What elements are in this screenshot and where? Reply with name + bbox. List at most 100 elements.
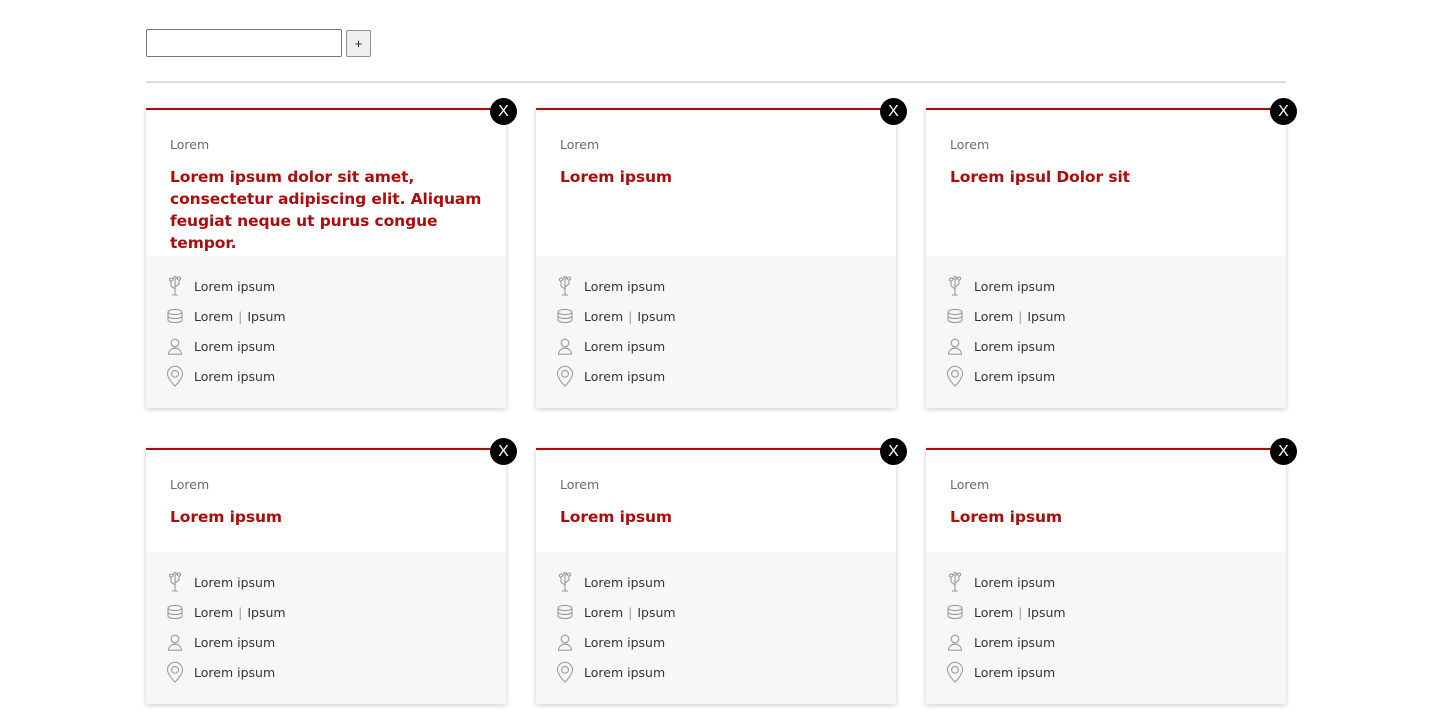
meta-row-location: Lorem ipsum bbox=[166, 361, 486, 391]
meta-row-person: Lorem ipsum bbox=[946, 627, 1266, 657]
tree-icon bbox=[556, 572, 574, 592]
meta-row-amount: Lorem | Ipsum bbox=[556, 597, 876, 627]
close-card-button[interactable]: X bbox=[1270, 98, 1297, 125]
card-header: Lorem Lorem ipsum bbox=[146, 450, 506, 552]
meta-row-location: Lorem ipsum bbox=[556, 657, 876, 687]
card: X Lorem Lorem ipsul Dolor sit Lorem ipsu… bbox=[926, 98, 1297, 408]
location-pin-icon bbox=[556, 661, 574, 683]
close-card-button[interactable]: X bbox=[490, 98, 517, 125]
meta-amount-b: Ipsum bbox=[247, 604, 286, 620]
card-header: Lorem Lorem ipsul Dolor sit bbox=[926, 110, 1286, 256]
coins-icon bbox=[166, 306, 184, 326]
card-category: Lorem bbox=[950, 477, 990, 492]
location-pin-icon bbox=[946, 661, 964, 683]
meta-person-text: Lorem ipsum bbox=[194, 338, 276, 354]
meta-row-person: Lorem ipsum bbox=[166, 331, 486, 361]
close-card-button[interactable]: X bbox=[1270, 438, 1297, 465]
location-pin-icon bbox=[166, 365, 184, 387]
coins-icon bbox=[556, 602, 574, 622]
meta-row-amount: Lorem | Ipsum bbox=[556, 301, 876, 331]
meta-row-field: Lorem ipsum bbox=[556, 271, 876, 301]
card-title[interactable]: Lorem ipsum bbox=[560, 506, 872, 528]
card-meta: Lorem ipsum Lorem | Ipsum Lorem ipsum Lo… bbox=[536, 552, 896, 704]
card-title[interactable]: Lorem ipsul Dolor sit bbox=[950, 166, 1262, 188]
meta-amount-b: Ipsum bbox=[247, 308, 286, 324]
meta-location-text: Lorem ipsum bbox=[584, 368, 666, 384]
card-meta: Lorem ipsum Lorem | Ipsum Lorem ipsum Lo… bbox=[926, 552, 1286, 704]
meta-row-amount: Lorem | Ipsum bbox=[166, 597, 486, 627]
coins-icon bbox=[166, 602, 184, 622]
add-button[interactable]: + bbox=[346, 29, 371, 57]
meta-amount-b: Ipsum bbox=[1027, 308, 1066, 324]
meta-row-person: Lorem ipsum bbox=[946, 331, 1266, 361]
meta-location-text: Lorem ipsum bbox=[974, 368, 1056, 384]
location-pin-icon bbox=[556, 365, 574, 387]
coins-icon bbox=[946, 306, 964, 326]
meta-field-text: Lorem ipsum bbox=[974, 278, 1056, 294]
meta-row-amount: Lorem | Ipsum bbox=[946, 301, 1266, 331]
meta-location-text: Lorem ipsum bbox=[194, 664, 276, 680]
meta-location-text: Lorem ipsum bbox=[194, 368, 276, 384]
coins-icon bbox=[946, 602, 964, 622]
person-icon bbox=[946, 336, 964, 356]
divider bbox=[146, 81, 1286, 83]
card-title[interactable]: Lorem ipsum bbox=[950, 506, 1262, 528]
location-pin-icon bbox=[946, 365, 964, 387]
card-meta: Lorem ipsum Lorem | Ipsum Lorem ipsum Lo… bbox=[146, 552, 506, 704]
toolbar: + bbox=[146, 29, 371, 57]
card-title[interactable]: Lorem ipsum dolor sit amet, consectetur … bbox=[170, 166, 482, 254]
meta-person-text: Lorem ipsum bbox=[194, 634, 276, 650]
tree-icon bbox=[166, 276, 184, 296]
new-item-input[interactable] bbox=[146, 29, 342, 57]
tree-icon bbox=[946, 572, 964, 592]
card: X Lorem Lorem ipsum Lorem ipsum Lorem | … bbox=[536, 438, 907, 704]
tree-icon bbox=[556, 276, 574, 296]
card-title[interactable]: Lorem ipsum bbox=[560, 166, 872, 188]
meta-amount-b: Ipsum bbox=[637, 604, 676, 620]
meta-person-text: Lorem ipsum bbox=[974, 634, 1056, 650]
card: X Lorem Lorem ipsum dolor sit amet, cons… bbox=[146, 98, 517, 408]
meta-field-text: Lorem ipsum bbox=[974, 574, 1056, 590]
meta-row-field: Lorem ipsum bbox=[166, 567, 486, 597]
meta-amount-a: Lorem bbox=[194, 308, 234, 324]
card-header: Lorem Lorem ipsum bbox=[536, 450, 896, 552]
card-meta: Lorem ipsum Lorem | Ipsum Lorem ipsum Lo… bbox=[146, 256, 506, 408]
card-category: Lorem bbox=[560, 137, 600, 152]
card: X Lorem Lorem ipsum Lorem ipsum Lorem | … bbox=[926, 438, 1297, 704]
meta-row-field: Lorem ipsum bbox=[166, 271, 486, 301]
meta-amount-a: Lorem bbox=[194, 604, 234, 620]
person-icon bbox=[166, 336, 184, 356]
meta-amount-b: Ipsum bbox=[1027, 604, 1066, 620]
card-header: Lorem Lorem ipsum bbox=[926, 450, 1286, 552]
card: X Lorem Lorem ipsum Lorem ipsum Lorem | … bbox=[146, 438, 517, 704]
meta-row-amount: Lorem | Ipsum bbox=[946, 597, 1266, 627]
close-card-button[interactable]: X bbox=[880, 438, 907, 465]
meta-location-text: Lorem ipsum bbox=[584, 664, 666, 680]
close-card-button[interactable]: X bbox=[490, 438, 517, 465]
meta-amount-a: Lorem bbox=[584, 308, 624, 324]
meta-person-text: Lorem ipsum bbox=[584, 338, 666, 354]
card-meta: Lorem ipsum Lorem | Ipsum Lorem ipsum Lo… bbox=[536, 256, 896, 408]
card-category: Lorem bbox=[560, 477, 600, 492]
card-title[interactable]: Lorem ipsum bbox=[170, 506, 482, 528]
person-icon bbox=[556, 632, 574, 652]
meta-row-person: Lorem ipsum bbox=[556, 627, 876, 657]
meta-field-text: Lorem ipsum bbox=[194, 278, 276, 294]
meta-amount-a: Lorem bbox=[974, 604, 1014, 620]
card-header: Lorem Lorem ipsum dolor sit amet, consec… bbox=[146, 110, 506, 256]
close-card-button[interactable]: X bbox=[880, 98, 907, 125]
card-category: Lorem bbox=[170, 477, 210, 492]
meta-amount-a: Lorem bbox=[974, 308, 1014, 324]
card-grid: X Lorem Lorem ipsum dolor sit amet, cons… bbox=[146, 98, 1297, 704]
meta-row-person: Lorem ipsum bbox=[556, 331, 876, 361]
location-pin-icon bbox=[166, 661, 184, 683]
person-icon bbox=[166, 632, 184, 652]
person-icon bbox=[556, 336, 574, 356]
meta-location-text: Lorem ipsum bbox=[974, 664, 1056, 680]
meta-field-text: Lorem ipsum bbox=[584, 278, 666, 294]
meta-amount-a: Lorem bbox=[584, 604, 624, 620]
person-icon bbox=[946, 632, 964, 652]
card-category: Lorem bbox=[170, 137, 210, 152]
meta-field-text: Lorem ipsum bbox=[584, 574, 666, 590]
meta-amount-b: Ipsum bbox=[637, 308, 676, 324]
